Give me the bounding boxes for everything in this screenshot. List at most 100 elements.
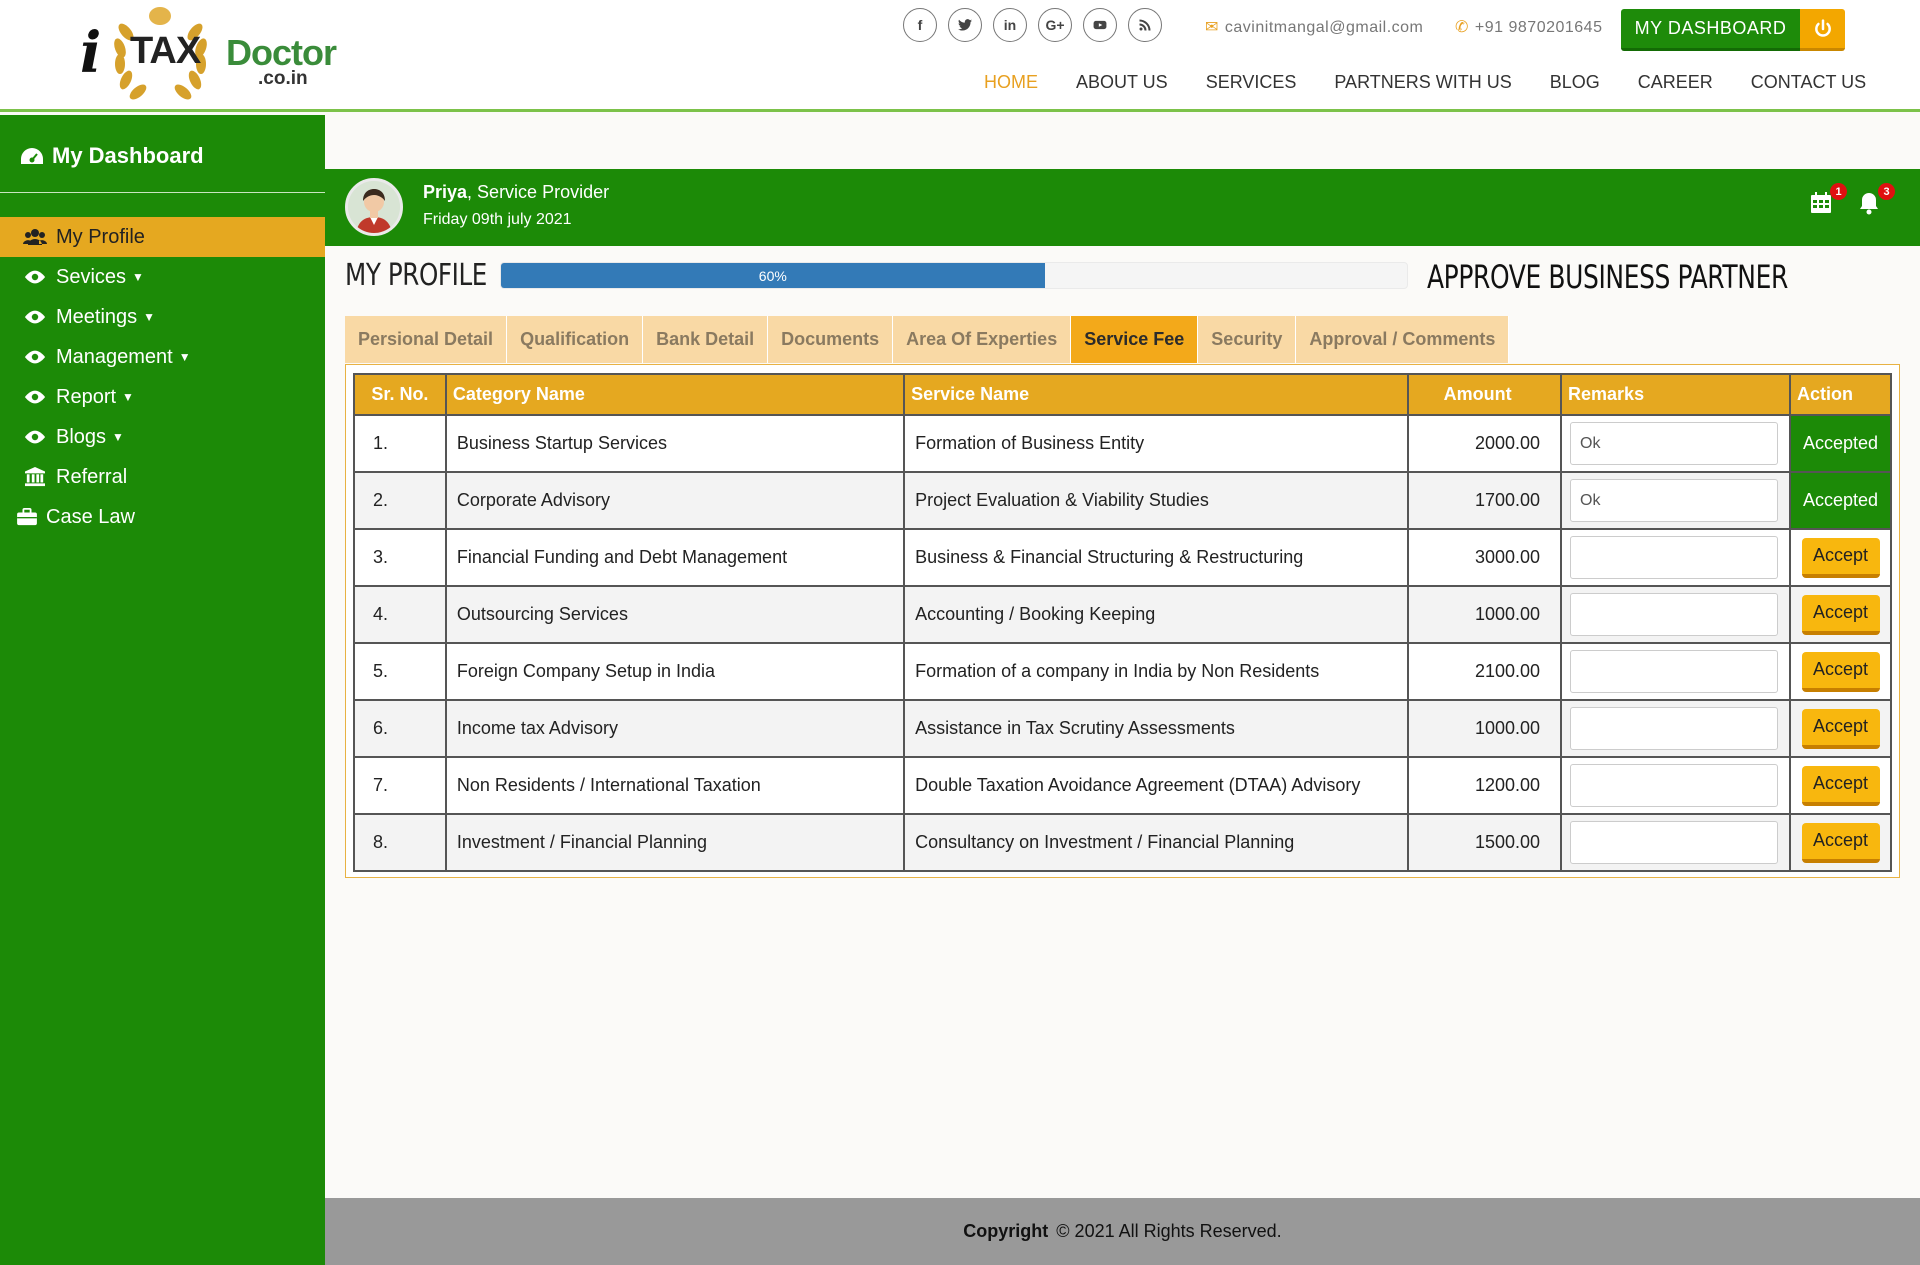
sidebar-item-label: Sevices: [56, 265, 127, 288]
nav-blog[interactable]: BLOG: [1550, 72, 1600, 93]
cell-action: Accept: [1789, 699, 1892, 758]
sidebar-item-case-law[interactable]: Case Law: [0, 497, 325, 537]
tab-security[interactable]: Security: [1198, 316, 1297, 363]
tab-approval-comments[interactable]: Approval / Comments: [1296, 316, 1510, 363]
caret-down-icon: ▼: [122, 390, 134, 404]
cell-sr: 1.: [353, 414, 447, 473]
cell-action: Accept: [1789, 585, 1892, 644]
accept-button[interactable]: Accept: [1801, 651, 1880, 692]
table-row: 4. Outsourcing Services Accounting / Boo…: [353, 585, 1892, 644]
approve-title: APPROVE BUSINESS PARTNER: [1427, 258, 1788, 296]
sidebar-title[interactable]: My Dashboard: [20, 143, 204, 169]
sidebar-item-management[interactable]: Management ▼: [0, 337, 325, 377]
col-sr-no: Sr. No.: [353, 373, 447, 416]
twitter-icon[interactable]: [948, 8, 982, 42]
remarks-input[interactable]: [1570, 650, 1779, 693]
tab-persional-detail[interactable]: Persional Detail: [345, 316, 508, 363]
cell-service: Assistance in Tax Scrutiny Assessments: [903, 699, 1410, 758]
nav-contact-us[interactable]: CONTACT US: [1751, 72, 1866, 93]
remarks-input[interactable]: [1570, 707, 1779, 750]
sidebar-item-sevices[interactable]: Sevices ▼: [0, 257, 325, 297]
table-header-row: Sr. No. Category Name Service Name Amoun…: [353, 373, 1892, 416]
table-row: 1. Business Startup Services Formation o…: [353, 414, 1892, 473]
avatar[interactable]: [345, 178, 403, 236]
cell-service: Double Taxation Avoidance Agreement (DTA…: [903, 756, 1410, 815]
tab-area-of-experties[interactable]: Area Of Experties: [893, 316, 1072, 363]
nav-services[interactable]: SERVICES: [1206, 72, 1297, 93]
table-row: 6. Income tax Advisory Assistance in Tax…: [353, 699, 1892, 758]
logo-i: i: [80, 20, 102, 86]
remarks-input[interactable]: Ok: [1570, 422, 1779, 465]
user-name: Priya: [423, 182, 468, 202]
accept-button[interactable]: Accept: [1801, 708, 1880, 749]
cell-amount: 1200.00: [1407, 756, 1563, 815]
cell-category: Foreign Company Setup in India: [444, 642, 906, 701]
col-remarks: Remarks: [1560, 373, 1792, 416]
envelope-icon: ✉: [1205, 19, 1219, 36]
cell-amount: 3000.00: [1407, 528, 1563, 587]
nav-about-us[interactable]: ABOUT US: [1076, 72, 1168, 93]
table-row: 2. Corporate Advisory Project Evaluation…: [353, 471, 1892, 530]
contact-phone[interactable]: ✆ +91 9870201645: [1455, 17, 1602, 37]
eye-icon: [20, 310, 50, 324]
cell-category: Business Startup Services: [444, 414, 906, 473]
caret-down-icon: ▼: [178, 350, 191, 364]
tab-service-fee[interactable]: Service Fee: [1071, 316, 1199, 363]
accept-button[interactable]: Accept: [1801, 594, 1880, 635]
col-service-name: Service Name: [903, 373, 1410, 416]
briefcase-icon: [14, 508, 40, 526]
calendar-icon[interactable]: 1: [1809, 183, 1847, 221]
sidebar-item-label: Meetings: [56, 305, 138, 328]
nav-home[interactable]: HOME: [984, 72, 1038, 93]
accept-button[interactable]: Accept: [1801, 822, 1880, 863]
cell-remarks: Ok: [1560, 414, 1792, 473]
sidebar-item-my-profile[interactable]: My Profile: [0, 217, 325, 257]
remarks-input[interactable]: [1570, 536, 1779, 579]
sidebar-item-label: Referral: [56, 465, 128, 488]
accept-button[interactable]: Accept: [1801, 537, 1880, 578]
remarks-input[interactable]: [1570, 764, 1779, 807]
bell-icon[interactable]: 3: [1857, 183, 1895, 221]
linkedin-icon[interactable]: in: [993, 8, 1027, 42]
rss-icon[interactable]: [1128, 8, 1162, 42]
footer-text: © 2021 All Rights Reserved.: [1056, 1221, 1282, 1241]
youtube-icon[interactable]: [1083, 8, 1117, 42]
remarks-input[interactable]: [1570, 821, 1779, 864]
my-dashboard-button[interactable]: MY DASHBOARD: [1621, 9, 1800, 51]
users-icon: [20, 228, 50, 246]
cell-category: Investment / Financial Planning: [444, 813, 906, 872]
cell-remarks: [1560, 642, 1792, 701]
site-logo[interactable]: i TAX Doctor .co.in: [78, 2, 337, 107]
power-icon[interactable]: [1800, 9, 1845, 51]
progress-fill: 60%: [501, 263, 1045, 288]
logo-domain: .co.in: [258, 68, 308, 89]
tab-documents[interactable]: Documents: [768, 316, 894, 363]
sidebar-item-blogs[interactable]: Blogs ▼: [0, 417, 325, 457]
col-category-name: Category Name: [444, 373, 906, 416]
table-row: 8. Investment / Financial Planning Consu…: [353, 813, 1892, 872]
tab-bank-detail[interactable]: Bank Detail: [643, 316, 769, 363]
accepted-status: Accepted: [1789, 471, 1892, 530]
facebook-icon[interactable]: f: [903, 8, 937, 42]
sidebar-item-report[interactable]: Report ▼: [0, 377, 325, 417]
table-row: 3. Financial Funding and Debt Management…: [353, 528, 1892, 587]
col-amount: Amount: [1407, 373, 1563, 416]
accept-button[interactable]: Accept: [1801, 765, 1880, 806]
eye-icon: [20, 270, 50, 284]
sidebar-item-meetings[interactable]: Meetings ▼: [0, 297, 325, 337]
remarks-input[interactable]: Ok: [1570, 479, 1779, 522]
cell-sr: 6.: [353, 699, 447, 758]
remarks-input[interactable]: [1570, 593, 1779, 636]
col-action: Action: [1789, 373, 1892, 416]
contact-email[interactable]: ✉ cavinitmangal@gmail.com: [1205, 17, 1423, 37]
footer-copyright-label: Copyright: [963, 1221, 1049, 1241]
tab-qualification[interactable]: Qualification: [507, 316, 644, 363]
eye-icon: [20, 430, 50, 444]
nav-partners-with-us[interactable]: PARTNERS WITH US: [1334, 72, 1511, 93]
google-plus-icon[interactable]: G+: [1038, 8, 1072, 42]
nav-career[interactable]: CAREER: [1638, 72, 1713, 93]
sidebar-item-referral[interactable]: Referral: [0, 457, 325, 497]
cell-category: Non Residents / International Taxation: [444, 756, 906, 815]
accepted-status: Accepted: [1789, 414, 1892, 473]
sidebar-item-label: My Profile: [56, 225, 145, 248]
